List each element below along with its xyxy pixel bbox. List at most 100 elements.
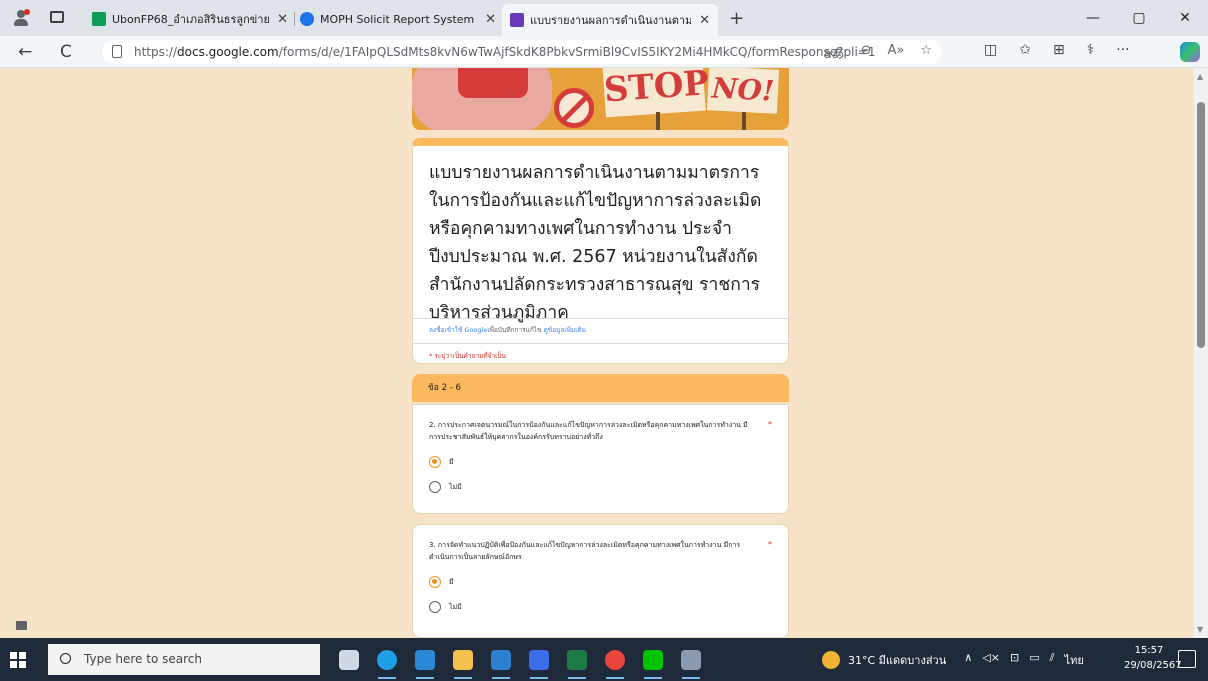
url-path: /forms/d/e/1FAIpQLSdMts8kvN6wTwAjfSkdK8P… [278, 45, 876, 59]
url-prefix: https:// [134, 45, 178, 59]
clock-date: 29/08/2567 [1124, 660, 1182, 671]
clock[interactable]: 15:57 29/08/2567 [1124, 643, 1182, 673]
radio-option[interactable]: มี [429, 456, 772, 468]
meet-now-icon[interactable]: ⊡ [1010, 651, 1019, 669]
search-icon [60, 653, 71, 664]
scroll-up-icon[interactable]: ▲ [1197, 72, 1203, 81]
restore-button[interactable]: ▢ [1116, 0, 1162, 36]
chrome-icon [605, 649, 625, 670]
moph-icon [300, 12, 314, 26]
copilot-icon[interactable] [1180, 42, 1200, 62]
tab-actions-icon[interactable] [50, 11, 64, 23]
stop-sign: STOP [602, 68, 710, 118]
question-text: 2. การประกาศเจตนารมณ์ในการป้องกันและแก้ไ… [429, 421, 748, 441]
new-tab-button[interactable]: + [729, 8, 744, 29]
sheets-icon [92, 12, 106, 26]
input-language[interactable]: ไทย [1065, 651, 1084, 669]
question-card: 2. การประกาศเจตนารมณ์ในการป้องกันและแก้ไ… [412, 404, 789, 514]
zoom-icon[interactable]: ⊖ [861, 43, 872, 62]
radio-checked-icon[interactable] [429, 456, 441, 468]
feedback-icon[interactable] [16, 621, 27, 630]
search-placeholder: Type here to search [84, 652, 202, 666]
collections-icon[interactable]: ⊞ [1053, 42, 1065, 58]
radio-option[interactable]: มี [429, 576, 772, 588]
url-field[interactable]: https://docs.google.com/forms/d/e/1FAIpQ… [102, 40, 942, 64]
taskbar-app-store[interactable] [406, 638, 444, 681]
page-scrollbar[interactable]: ▲ ▼ [1194, 68, 1208, 638]
close-window-button[interactable]: ✕ [1162, 0, 1208, 36]
read-aloud-icon[interactable]: A» [887, 43, 904, 62]
required-note: * ระบุว่าเป็นคำถามที่จำเป็น [413, 343, 788, 367]
back-button[interactable]: ← [18, 42, 32, 62]
taskbar-app-file-explorer[interactable] [444, 638, 482, 681]
required-star: * [768, 540, 772, 549]
tab-excel[interactable]: UbonFP68_อำเภอสิรินธรลูกข่าย.xlsx ✕ [92, 6, 288, 32]
tab-strip: UbonFP68_อำเภอสิรินธรลูกข่าย.xlsx ✕ MOPH… [0, 0, 1208, 36]
scrollbar-thumb[interactable] [1197, 102, 1205, 348]
option-label: มี [449, 457, 454, 466]
extensions-icon[interactable]: ⚕ [1087, 42, 1095, 58]
page-info-icon[interactable] [112, 45, 122, 58]
battery-icon[interactable]: ▭ [1029, 651, 1039, 669]
sign-in-link[interactable]: ลงชื่อเข้าใช้ Google [429, 326, 487, 334]
mail-icon [491, 649, 511, 670]
weather-text[interactable]: 31°C มีแดดบางส่วน [848, 651, 946, 669]
notification-icon[interactable] [1178, 650, 1196, 668]
system-tray: 31°C มีแดดบางส่วน ∧ ◁× ⊡ ▭ ⫽ ไทย [822, 638, 1084, 681]
taskbar-app-task-view[interactable] [330, 638, 368, 681]
app-c-icon [529, 649, 549, 670]
learn-more-link[interactable]: ดูข้อมูลเพิ่มเติม [544, 326, 586, 334]
url-domain: docs.google.com [177, 45, 279, 59]
radio-option[interactable]: ไม่มี [429, 601, 772, 613]
header-image: STOP NO! [412, 68, 789, 130]
more-menu-icon[interactable]: ··· [1116, 42, 1129, 58]
network-icon[interactable]: ⫽ [1050, 651, 1055, 669]
taskbar-app-mail[interactable] [482, 638, 520, 681]
radio-checked-icon[interactable] [429, 576, 441, 588]
close-tab-icon[interactable]: ✕ [485, 12, 496, 27]
close-tab-icon[interactable]: ✕ [699, 13, 710, 28]
form-page: STOP NO! แบบรายงานผลการดำเนินงานตามมาตรก… [0, 68, 1194, 638]
no-sign: NO! [706, 68, 780, 114]
taskbar-app-edge[interactable] [368, 638, 406, 681]
taskbar-app-calculator[interactable] [672, 638, 710, 681]
close-tab-icon[interactable]: ✕ [277, 12, 288, 27]
edge-icon [377, 649, 397, 670]
weather-icon[interactable] [822, 650, 840, 669]
reload-button[interactable]: C [60, 42, 72, 62]
split-screen-icon[interactable]: ◫ [984, 42, 997, 58]
forms-icon [510, 13, 524, 27]
scroll-down-icon[interactable]: ▼ [1197, 625, 1203, 634]
favorites-icon[interactable]: ✩ [1019, 42, 1031, 58]
translate-icon[interactable]: aあ [824, 43, 845, 62]
radio-option[interactable]: ไม่มี [429, 481, 772, 493]
task-view-icon [339, 649, 359, 670]
taskbar-app-app-c[interactable] [520, 638, 558, 681]
windows-start-icon[interactable] [10, 652, 26, 668]
option-label: มี [449, 577, 454, 586]
show-hidden-icons[interactable]: ∧ [964, 651, 972, 669]
question-text: 3. การจัดทำแนวปฏิบัติเพื่อป้องกันและแก้ไ… [429, 541, 741, 561]
favorite-star-icon[interactable]: ☆ [920, 43, 932, 62]
minimize-button[interactable]: — [1070, 0, 1116, 36]
volume-icon[interactable]: ◁× [982, 651, 1000, 669]
taskbar-app-line[interactable] [634, 638, 672, 681]
option-label: ไม่มี [449, 482, 462, 491]
taskbar-search[interactable]: Type here to search [48, 644, 320, 675]
calculator-icon [681, 649, 701, 670]
tab-moph[interactable]: MOPH Solicit Report System : MS ✕ [300, 6, 496, 32]
profile-icon[interactable] [12, 9, 30, 27]
tab-form[interactable]: แบบรายงานผลการดำเนินงานตามมาตร ✕ [502, 4, 718, 36]
line-icon [643, 649, 663, 670]
file-explorer-icon [453, 649, 473, 670]
radio-unchecked-icon[interactable] [429, 481, 441, 493]
taskbar-app-excel[interactable] [558, 638, 596, 681]
taskbar: Type here to search 31°C มีแดดบางส่วน ∧ … [0, 638, 1208, 681]
radio-unchecked-icon[interactable] [429, 601, 441, 613]
section-header: ข้อ 2 - 6 [412, 374, 789, 402]
question-card: 3. การจัดทำแนวปฏิบัติเพื่อป้องกันและแก้ไ… [412, 524, 789, 638]
login-notice: ลงชื่อเข้าใช้ Googleเพื่อบันทึกการแก้ไข … [413, 318, 788, 342]
form-title: แบบรายงานผลการดำเนินงานตามมาตรการในการป้… [429, 163, 762, 323]
taskbar-app-chrome[interactable] [596, 638, 634, 681]
pinned-apps [330, 638, 710, 681]
